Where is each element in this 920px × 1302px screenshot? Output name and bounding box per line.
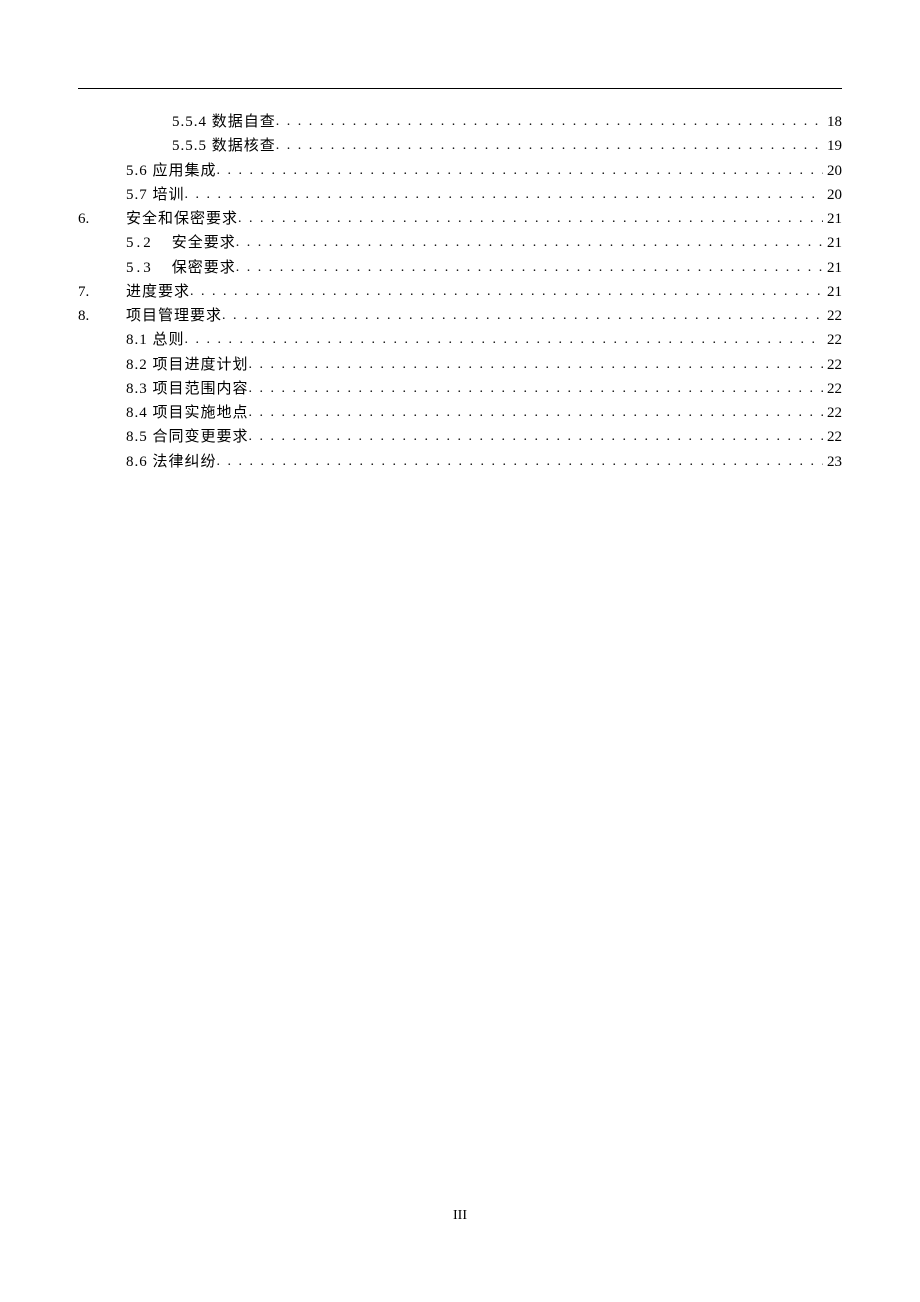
toc-leader-dots: [185, 184, 823, 206]
toc-page-number: 20: [823, 160, 842, 183]
toc-entry[interactable]: 5.5.5 数据核查 19: [78, 135, 842, 158]
header-rule: [78, 88, 842, 89]
toc-leader-dots: [238, 208, 823, 230]
toc-page-number: 23: [823, 451, 842, 474]
toc-title: 5.7 培训: [126, 184, 185, 207]
toc-title: 8.5 合同变更要求: [126, 426, 249, 449]
toc-title: 8.4 项目实施地点: [126, 402, 249, 425]
toc-title: 安全和保密要求: [126, 208, 238, 231]
toc-leader-dots: [249, 378, 823, 400]
toc-page-number: 22: [823, 402, 842, 425]
toc-section-number: 6.: [78, 208, 126, 231]
toc-title: 进度要求: [126, 281, 190, 304]
toc-page-number: 18: [823, 111, 842, 134]
toc-sub-number: 5.3: [126, 257, 154, 280]
toc-entry[interactable]: 8.4 项目实施地点 22: [78, 402, 842, 425]
toc-entry[interactable]: 8.项目管理要求 22: [78, 305, 842, 328]
toc-entry[interactable]: 8.5 合同变更要求 22: [78, 426, 842, 449]
toc-leader-dots: [217, 451, 823, 473]
toc-leader-dots: [249, 354, 823, 376]
toc-leader-dots: [222, 305, 823, 327]
toc-title: 保密要求: [172, 257, 236, 280]
toc-page-number: 21: [823, 232, 842, 255]
toc-entry[interactable]: 8.2 项目进度计划 22: [78, 354, 842, 377]
toc-leader-dots: [249, 402, 823, 424]
toc-entry[interactable]: 5.5.4 数据自查 18: [78, 111, 842, 134]
toc-leader-dots: [217, 160, 823, 182]
toc-leader-dots: [185, 329, 823, 351]
toc-title: 5.6 应用集成: [126, 160, 217, 183]
toc-sub-number: 5.2: [126, 232, 154, 255]
toc-entry[interactable]: 8.6 法律纠纷 23: [78, 451, 842, 474]
toc-entry[interactable]: 5.7 培训 20: [78, 184, 842, 207]
toc-title: 8.6 法律纠纷: [126, 451, 217, 474]
toc-section-number: 7.: [78, 281, 126, 304]
toc-page-number: 19: [823, 135, 842, 158]
toc-page-number: 20: [823, 184, 842, 207]
toc-leader-dots: [236, 232, 823, 254]
toc-entry[interactable]: 7.进度要求 21: [78, 281, 842, 304]
toc-title: 项目管理要求: [126, 305, 222, 328]
toc-entry[interactable]: 5.2 安全要求 21: [78, 232, 842, 255]
toc-page-number: 22: [823, 426, 842, 449]
toc-leader-dots: [276, 111, 823, 133]
toc-section-number: 8.: [78, 305, 126, 328]
toc-leader-dots: [190, 281, 823, 303]
toc-page-number: 22: [823, 354, 842, 377]
toc-title: 安全要求: [172, 232, 236, 255]
toc-title: 8.3 项目范围内容: [126, 378, 249, 401]
toc-title: 8.1 总则: [126, 329, 185, 352]
toc-entry[interactable]: 8.1 总则 22: [78, 329, 842, 352]
toc-entry[interactable]: 5.3 保密要求 21: [78, 257, 842, 280]
toc-title: 5.5.5 数据核查: [172, 135, 276, 158]
toc-page-number: 21: [823, 257, 842, 280]
document-page: 5.5.4 数据自查185.5.5 数据核查195.6 应用集成205.7 培训…: [0, 0, 920, 474]
toc-page-number: 21: [823, 281, 842, 304]
toc-leader-dots: [276, 135, 823, 157]
table-of-contents: 5.5.4 数据自查185.5.5 数据核查195.6 应用集成205.7 培训…: [78, 111, 842, 474]
toc-leader-dots: [249, 426, 823, 448]
toc-leader-dots: [236, 257, 823, 279]
toc-entry[interactable]: 5.6 应用集成 20: [78, 160, 842, 183]
toc-title: 5.5.4 数据自查: [172, 111, 276, 134]
toc-title: 8.2 项目进度计划: [126, 354, 249, 377]
toc-page-number: 21: [823, 208, 842, 231]
toc-entry[interactable]: 6.安全和保密要求 21: [78, 208, 842, 231]
toc-page-number: 22: [823, 305, 842, 328]
toc-entry[interactable]: 8.3 项目范围内容 22: [78, 378, 842, 401]
toc-page-number: 22: [823, 329, 842, 352]
page-number: III: [0, 1208, 920, 1224]
toc-page-number: 22: [823, 378, 842, 401]
